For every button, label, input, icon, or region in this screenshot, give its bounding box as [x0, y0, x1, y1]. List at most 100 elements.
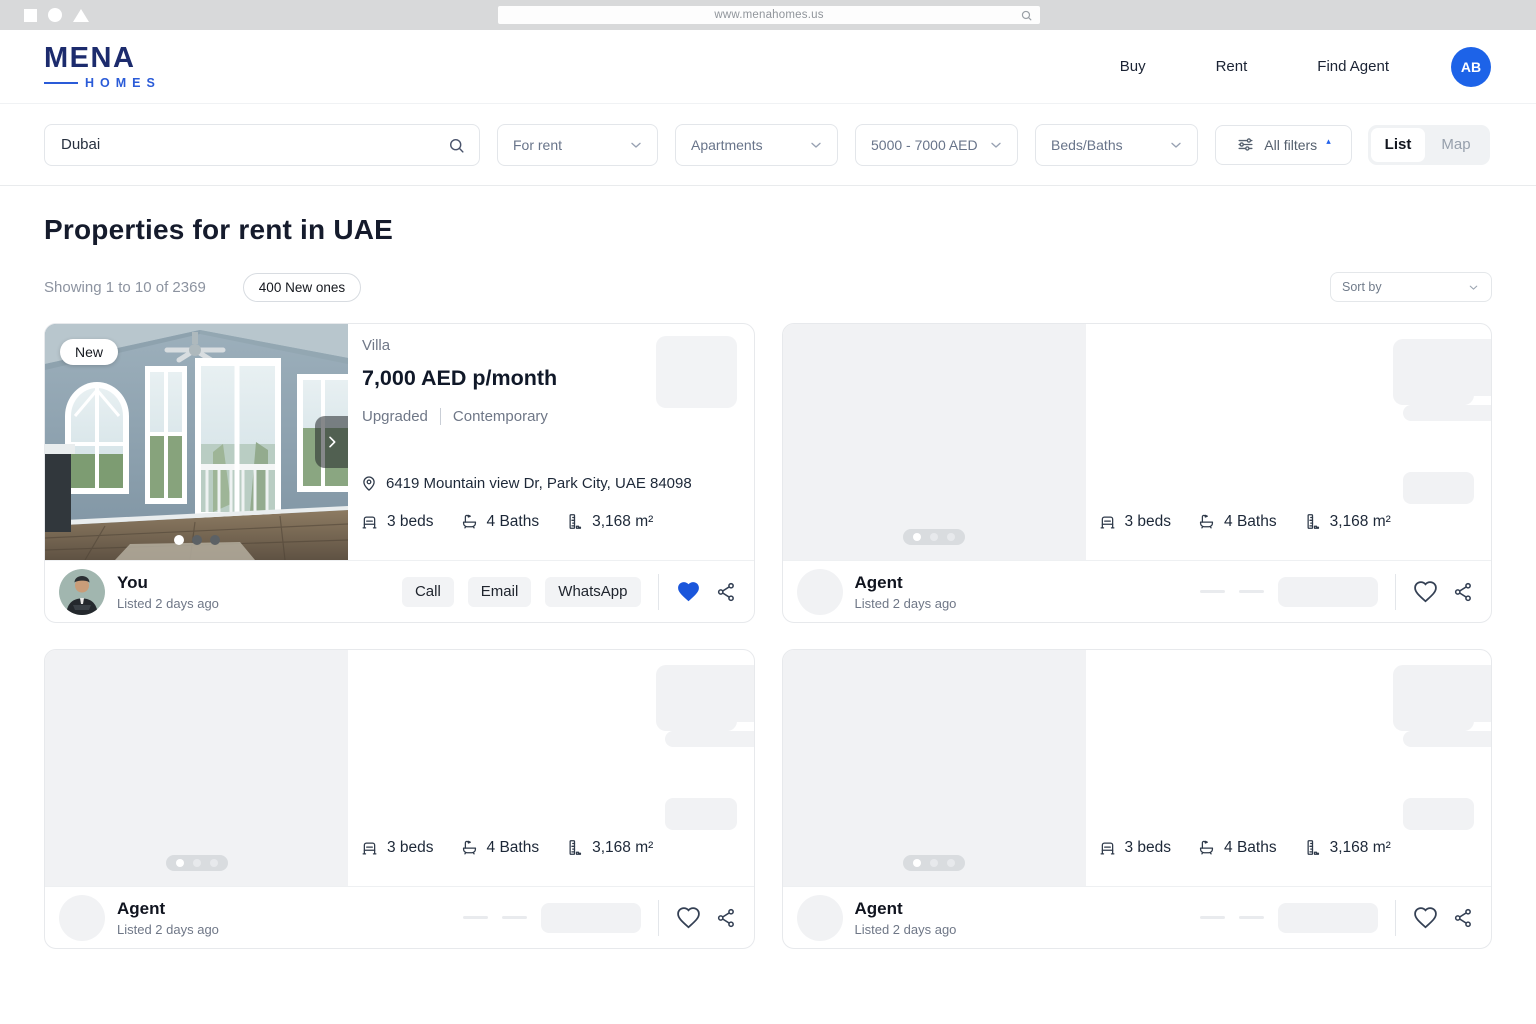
heart-outline-icon: [676, 905, 701, 930]
user-avatar[interactable]: AB: [1451, 47, 1491, 87]
chevron-down-icon: [988, 137, 1004, 153]
agency-logo-placeholder: [1393, 339, 1474, 405]
card-footer: Agent Listed 2 days ago: [783, 560, 1492, 622]
square-icon: [24, 9, 37, 22]
carousel-dots[interactable]: [903, 855, 965, 871]
view-toggle: List Map: [1368, 125, 1490, 165]
actions-divider: [1395, 574, 1396, 610]
circle-icon: [48, 8, 62, 22]
carousel-dot[interactable]: [947, 533, 955, 541]
url-search-icon[interactable]: [1020, 9, 1033, 27]
sort-by-dropdown[interactable]: Sort by: [1330, 272, 1492, 302]
ruler-icon: [565, 512, 584, 531]
carousel-dot-active[interactable]: [913, 533, 921, 541]
carousel-dots[interactable]: [174, 535, 220, 545]
search-icon: [447, 136, 466, 160]
nav-rent[interactable]: Rent: [1216, 58, 1248, 75]
property-features: 3 beds 4 Baths 3,168 m²: [360, 838, 653, 857]
price-range-dropdown[interactable]: 5000 - 7000 AED: [855, 124, 1018, 166]
share-button[interactable]: [1452, 581, 1474, 603]
url-text: www.menahomes.us: [714, 9, 823, 21]
address-placeholder: [665, 798, 737, 830]
favorite-button[interactable]: [1413, 905, 1438, 930]
view-toggle-map[interactable]: Map: [1425, 128, 1487, 162]
all-filters-button[interactable]: All filters ▴: [1215, 125, 1352, 165]
carousel-dots[interactable]: [166, 855, 228, 871]
whatsapp-button[interactable]: WhatsApp: [545, 577, 640, 607]
chevron-down-icon: [1467, 281, 1480, 294]
actions-divider: [658, 574, 659, 610]
caret-up-icon: ▴: [1326, 137, 1331, 146]
carousel-dot-active[interactable]: [174, 535, 184, 545]
share-icon: [715, 581, 737, 603]
property-photo[interactable]: New: [45, 324, 348, 560]
bed-icon: [1098, 512, 1117, 531]
card-actions: [1200, 574, 1474, 610]
property-type-dropdown[interactable]: Apartments: [675, 124, 838, 166]
carousel-next-button[interactable]: [315, 416, 348, 468]
property-cards-grid: New Villa 7,000 AED p/month Upgraded: [44, 323, 1492, 949]
property-address: 6419 Mountain view Dr, Park City, UAE 84…: [386, 475, 692, 492]
area-feature: 3,168 m²: [1303, 512, 1391, 531]
carousel-dot-active[interactable]: [176, 859, 184, 867]
action-placeholder-button: [541, 903, 641, 933]
email-button[interactable]: Email: [468, 577, 532, 607]
carousel-dot[interactable]: [930, 533, 938, 541]
agent-name: You: [117, 573, 219, 593]
card-footer: Agent Listed 2 days ago: [783, 886, 1492, 948]
location-search[interactable]: [44, 124, 480, 166]
sliders-icon: [1236, 135, 1255, 154]
tag-contemporary: Contemporary: [453, 408, 548, 425]
listed-date: Listed 2 days ago: [117, 922, 219, 937]
address-bar[interactable]: www.menahomes.us: [498, 6, 1040, 24]
share-button[interactable]: [715, 907, 737, 929]
property-card-loading[interactable]: 3 beds 4 Baths 3,168 m² Agent Listed 2: [782, 323, 1493, 623]
favorite-button[interactable]: [1413, 579, 1438, 604]
bed-icon: [360, 838, 379, 857]
view-toggle-list[interactable]: List: [1371, 128, 1425, 162]
carousel-dot[interactable]: [210, 535, 220, 545]
carousel-dot[interactable]: [947, 859, 955, 867]
area-feature: 3,168 m²: [565, 838, 653, 857]
action-placeholder-button: [1278, 903, 1378, 933]
new-badge: New: [60, 339, 118, 365]
property-card-featured[interactable]: New Villa 7,000 AED p/month Upgraded: [44, 323, 755, 623]
property-card-loading[interactable]: 3 beds 4 Baths 3,168 m² Agent Listed 2: [44, 649, 755, 949]
carousel-dot[interactable]: [192, 535, 202, 545]
beds-baths-dropdown[interactable]: Beds/Baths: [1035, 124, 1198, 166]
favorite-button[interactable]: [676, 905, 701, 930]
share-button[interactable]: [715, 581, 737, 603]
rent-type-dropdown[interactable]: For rent: [497, 124, 658, 166]
new-ones-button[interactable]: 400 New ones: [243, 273, 361, 302]
chevron-down-icon: [808, 137, 824, 153]
agent-avatar-photo[interactable]: [59, 569, 105, 615]
call-button[interactable]: Call: [402, 577, 454, 607]
carousel-dot[interactable]: [930, 859, 938, 867]
actions-divider: [1395, 900, 1396, 936]
carousel-dot[interactable]: [210, 859, 218, 867]
favorite-button-active[interactable]: [676, 579, 701, 604]
property-card-loading[interactable]: 3 beds 4 Baths 3,168 m² Agent Listed 2: [782, 649, 1493, 949]
baths-feature: 4 Baths: [1197, 838, 1277, 857]
share-button[interactable]: [1452, 907, 1474, 929]
agent-avatar-placeholder: [797, 895, 843, 941]
agent-name: Agent: [117, 899, 219, 919]
property-photo-placeholder: [783, 324, 1086, 560]
carousel-dot-active[interactable]: [913, 859, 921, 867]
bath-icon: [1197, 838, 1216, 857]
logo-homes: HOMES: [85, 77, 161, 90]
action-placeholder-button: [1278, 577, 1378, 607]
mena-homes-logo[interactable]: MENA HOMES: [44, 44, 161, 90]
location-search-input[interactable]: [45, 125, 479, 165]
property-features: 3 beds 4 Baths 3,168 m²: [1098, 512, 1391, 531]
carousel-dots[interactable]: [903, 529, 965, 545]
listed-date: Listed 2 days ago: [117, 596, 219, 611]
agency-logo-placeholder: [656, 665, 737, 731]
tag-upgraded: Upgraded: [362, 408, 428, 425]
nav-buy[interactable]: Buy: [1120, 58, 1146, 75]
bath-icon: [1197, 512, 1216, 531]
carousel-dot[interactable]: [193, 859, 201, 867]
share-icon: [1452, 581, 1474, 603]
nav-find-agent[interactable]: Find Agent: [1317, 58, 1389, 75]
property-price: 7,000 AED p/month: [362, 366, 557, 391]
